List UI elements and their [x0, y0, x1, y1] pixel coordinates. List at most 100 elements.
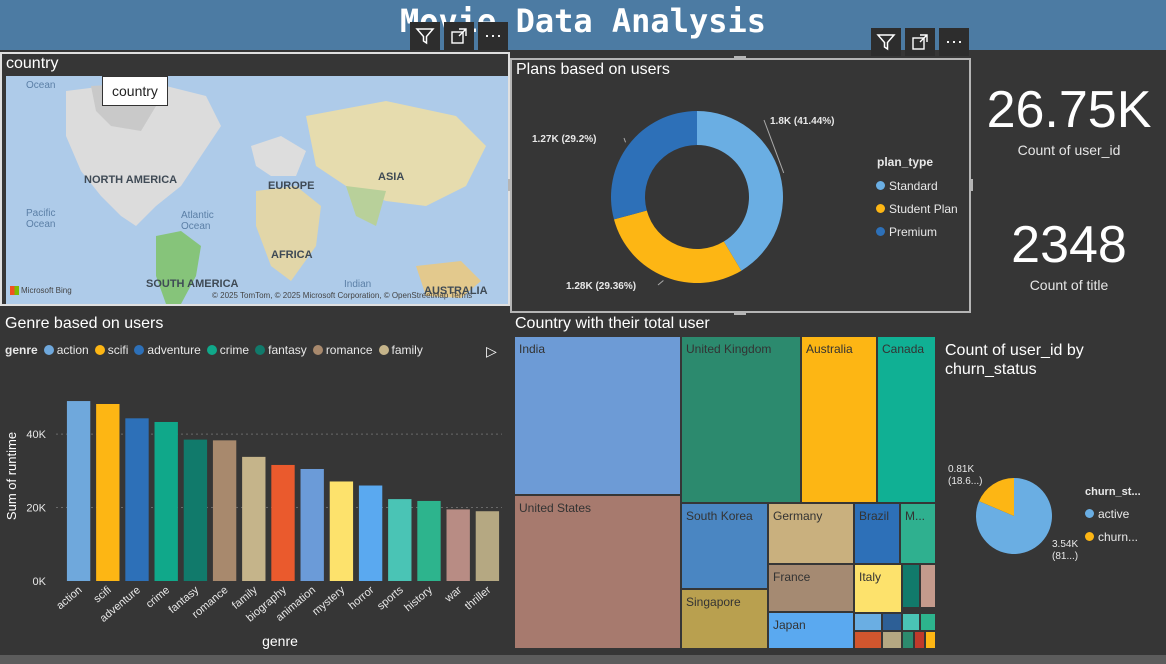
x-tick-label: history — [402, 584, 435, 614]
treemap-cell-label: Canada — [882, 342, 925, 356]
donut-legend-item[interactable]: Standard — [876, 174, 958, 197]
map-canvas[interactable]: Ocean NORTH AMERICA EUROPE ASIA AFRICA S… — [6, 76, 508, 304]
treemap-cell[interactable]: Canada — [877, 336, 936, 503]
resize-handle-right[interactable] — [969, 179, 973, 191]
treemap-cell[interactable]: Australia — [801, 336, 877, 503]
page-title: Movie Data Analysis — [399, 2, 767, 40]
legend-dot — [876, 181, 885, 190]
treemap-cell-small[interactable] — [902, 631, 914, 649]
x-tick-label: horror — [346, 584, 376, 612]
bar[interactable] — [300, 468, 324, 581]
donut-legend-item[interactable]: Premium — [876, 220, 958, 243]
genre-bar-visual[interactable]: Genre based on users genre action scifi ad… — [0, 313, 510, 653]
treemap-chart[interactable]: India United States United Kingdom Australi… — [514, 336, 936, 649]
treemap-cell[interactable]: France — [768, 564, 854, 612]
bing-logo: Microsoft Bing — [10, 286, 72, 295]
map-label-atlantic: Atlantic Ocean — [181, 210, 214, 232]
filter-icon[interactable] — [871, 28, 901, 56]
more-options-icon[interactable]: ⋯ — [939, 28, 969, 56]
churn-legend-item[interactable]: churn... — [1085, 525, 1138, 548]
bar[interactable] — [271, 464, 295, 581]
map-visual[interactable]: country Ocean NORTH AMERICA EUROPE ASIA … — [0, 52, 510, 306]
kpi-user-count-label: Count of user_id — [1017, 142, 1121, 158]
more-options-icon[interactable]: ⋯ — [478, 22, 508, 50]
bar[interactable] — [183, 439, 208, 581]
churn-legend-item[interactable]: active — [1085, 502, 1138, 525]
pie-data-label: (18.6...) — [948, 476, 982, 487]
treemap-cell[interactable]: United Kingdom — [681, 336, 801, 503]
legend-label: active — [1098, 506, 1130, 521]
donut-slice[interactable] — [613, 210, 742, 283]
donut-legend-item[interactable]: Student Plan — [876, 197, 958, 220]
bar[interactable] — [154, 421, 178, 581]
treemap-cell-label: United States — [519, 501, 592, 515]
map-title: country — [6, 55, 59, 72]
treemap-cell-small[interactable] — [920, 564, 936, 608]
donut-data-label: 1.8K (41.44%) — [770, 116, 834, 127]
treemap-cell-small[interactable] — [854, 613, 882, 631]
kpi-title-count-label: Count of title — [1029, 277, 1109, 293]
bar[interactable] — [358, 485, 383, 581]
resize-handle-left[interactable] — [508, 179, 512, 191]
bar[interactable] — [66, 401, 91, 581]
donut-leader-line — [623, 137, 627, 143]
pie-data-label: (81...) — [1052, 551, 1078, 562]
legend-label: churn... — [1098, 529, 1139, 544]
treemap-cell-small[interactable] — [882, 631, 902, 649]
x-tick-label: scifi — [91, 584, 113, 605]
plans-donut-visual[interactable]: Plans based on users 1.8K (41.44%) 1.28K … — [510, 58, 971, 313]
map-label-africa: AFRICA — [271, 249, 313, 261]
bar[interactable] — [475, 511, 500, 581]
focus-mode-icon[interactable] — [905, 28, 935, 56]
bar[interactable] — [242, 456, 266, 581]
treemap-cell[interactable]: United States — [514, 495, 681, 649]
bar[interactable] — [446, 509, 470, 581]
treemap-cell[interactable]: Germany — [768, 503, 854, 564]
kpi-title-count-value: 2348 — [1011, 216, 1127, 274]
treemap-cell-small[interactable] — [902, 564, 920, 608]
treemap-cell-label: India — [519, 342, 546, 356]
treemap-cell[interactable]: South Korea — [681, 503, 768, 589]
treemap-cell-small[interactable] — [920, 613, 936, 631]
treemap-cell-label: Australia — [806, 342, 853, 356]
x-tick-label: war — [442, 584, 464, 605]
map-label-europe: EUROPE — [268, 180, 315, 192]
page-scrollbar[interactable] — [0, 655, 1166, 664]
focus-mode-icon[interactable] — [444, 22, 474, 50]
treemap-cell[interactable]: India — [514, 336, 681, 495]
map-label-ocean-top: Ocean — [26, 80, 56, 91]
treemap-cell-label: France — [773, 570, 811, 584]
treemap-cell-label: Singapore — [686, 595, 741, 609]
treemap-cell-small[interactable] — [882, 613, 902, 631]
map-tooltip: country — [102, 76, 168, 106]
map-attribution: © 2025 TomTom, © 2025 Microsoft Corporat… — [212, 291, 473, 300]
bar[interactable] — [388, 499, 412, 581]
churn-pie-visual[interactable]: Count of user_id by churn_status 3.54K (8… — [940, 335, 1166, 585]
treemap-cell-label: Japan — [773, 618, 806, 632]
x-tick-label: mystery — [310, 584, 348, 618]
filter-icon[interactable] — [410, 22, 440, 50]
treemap-cell[interactable]: M... — [900, 503, 936, 564]
bar[interactable] — [417, 500, 441, 581]
bar[interactable] — [96, 403, 120, 581]
legend-label: Standard — [889, 178, 938, 193]
donut-slice[interactable] — [611, 111, 697, 220]
bar-chart[interactable]: 0K20K40Kaction scifiadventure crimefantasy… — [0, 313, 510, 653]
pie-data-label: 3.54K — [1052, 539, 1078, 550]
treemap-cell[interactable]: Japan — [768, 612, 854, 649]
x-tick-label: sports — [375, 584, 406, 613]
treemap-cell-small[interactable] — [854, 631, 882, 649]
bar[interactable] — [329, 481, 354, 581]
y-tick-label: 20K — [26, 503, 46, 515]
country-treemap-visual[interactable]: Country with their total user India Unite… — [512, 313, 937, 653]
treemap-cell-small[interactable] — [902, 613, 920, 631]
y-tick-label: 40K — [26, 429, 46, 441]
resize-handle-top[interactable] — [734, 56, 746, 60]
treemap-cell[interactable]: Singapore — [681, 589, 768, 649]
treemap-cell[interactable]: Brazil — [854, 503, 900, 564]
treemap-cell-small[interactable] — [914, 631, 925, 649]
bar[interactable] — [125, 418, 149, 581]
treemap-cell-small[interactable] — [925, 631, 936, 649]
treemap-cell[interactable]: Italy — [854, 564, 902, 613]
bar[interactable] — [212, 440, 237, 581]
